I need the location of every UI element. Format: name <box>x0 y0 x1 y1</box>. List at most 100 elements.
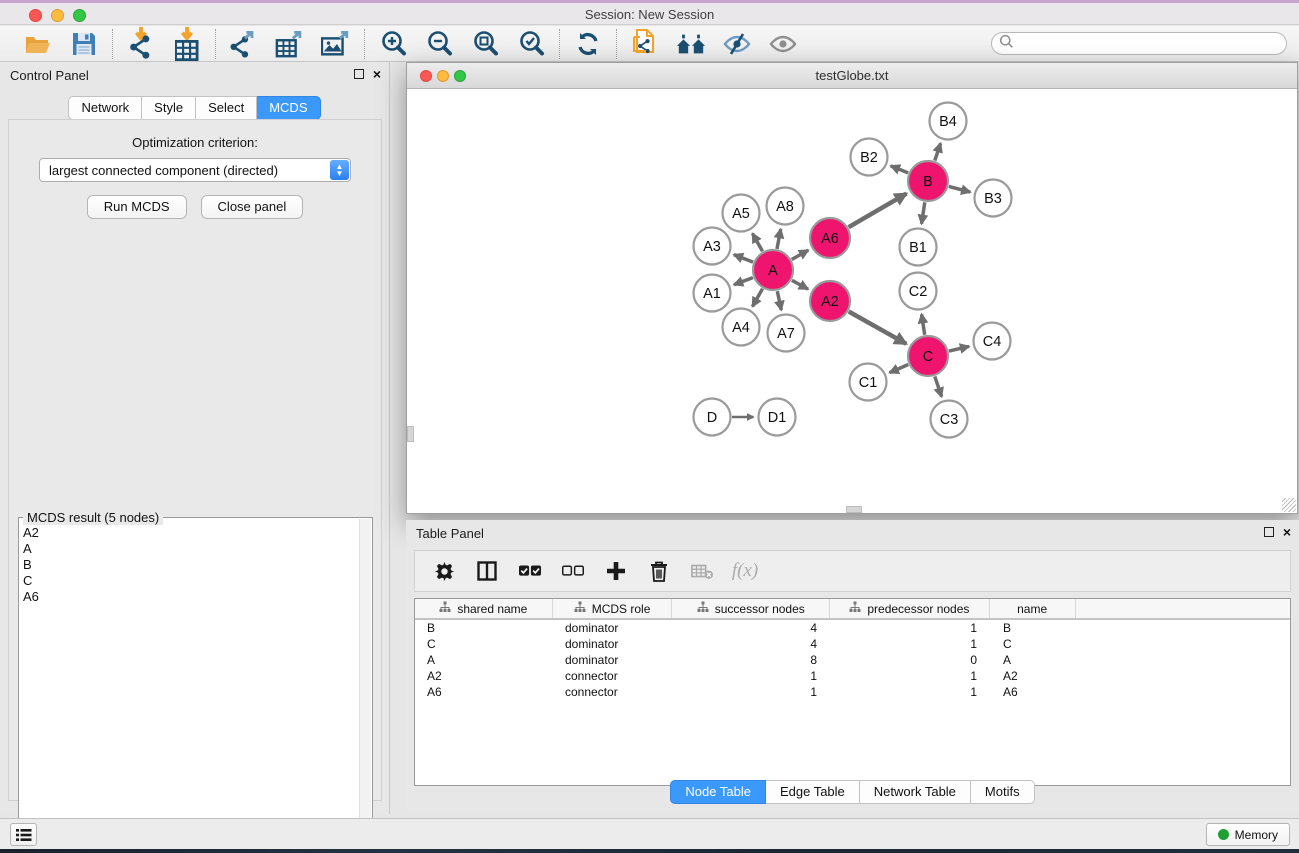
show-eye-icon[interactable] <box>768 29 798 59</box>
graph-node-A8[interactable]: A8 <box>767 188 804 225</box>
close-panel-button[interactable]: Close panel <box>201 195 304 219</box>
gear-icon[interactable] <box>433 560 455 582</box>
import-table-icon[interactable] <box>172 29 202 59</box>
edge-C-C1[interactable] <box>890 365 909 373</box>
tab-select[interactable]: Select <box>196 96 257 120</box>
hide-panel-icon[interactable] <box>722 29 752 59</box>
edge-C-C3[interactable] <box>935 376 942 396</box>
new-network-icon[interactable] <box>630 29 660 59</box>
result-item[interactable]: A <box>23 541 356 557</box>
edge-A-A7[interactable] <box>777 291 781 310</box>
search-field[interactable] <box>991 32 1287 55</box>
graph-node-C[interactable]: C <box>908 336 948 376</box>
graph-node-A5[interactable]: A5 <box>723 195 760 232</box>
table-close-panel-icon[interactable]: × <box>1283 527 1291 537</box>
export-table-icon[interactable] <box>275 29 305 59</box>
column-header-predecessor-nodes[interactable]: predecessor nodes <box>830 599 990 618</box>
graph-node-C3[interactable]: C3 <box>931 401 968 438</box>
graph-node-A2[interactable]: A2 <box>810 281 850 321</box>
edge-C-C4[interactable] <box>949 346 969 351</box>
result-item[interactable]: A2 <box>23 525 356 541</box>
graph-node-A7[interactable]: A7 <box>768 315 805 352</box>
close-panel-icon[interactable]: × <box>373 69 381 79</box>
add-column-icon[interactable] <box>605 560 627 582</box>
run-mcds-button[interactable]: Run MCDS <box>87 195 187 219</box>
float-panel-icon[interactable] <box>354 69 364 79</box>
graph-node-C1[interactable]: C1 <box>850 364 887 401</box>
tab-mcds[interactable]: MCDS <box>257 96 320 120</box>
graph-node-B4[interactable]: B4 <box>930 103 967 140</box>
table-row[interactable]: Bdominator41B <box>415 620 1290 636</box>
graph-node-D[interactable]: D <box>694 399 731 436</box>
edge-B-B4[interactable] <box>935 143 941 160</box>
column-header-shared-name[interactable]: shared name <box>415 599 553 618</box>
split-panel-icon[interactable] <box>476 560 498 582</box>
graph-node-C4[interactable]: C4 <box>974 323 1011 360</box>
edge-B-B2[interactable] <box>891 166 908 173</box>
table-row[interactable]: Adominator80A <box>415 652 1290 668</box>
graph-node-A4[interactable]: A4 <box>723 309 760 346</box>
trash-icon[interactable] <box>648 560 670 582</box>
network-window-titlebar[interactable]: testGlobe.txt <box>407 63 1297 89</box>
network-canvas[interactable]: B4 B2 B B3 A5A8A6 B1 A3 A A1 C2 A2 A4A7 C4 C C1 C3 D D1 <box>407 89 1297 513</box>
edge-A-A6[interactable] <box>792 250 809 259</box>
result-item[interactable]: A6 <box>23 589 356 605</box>
import-network-icon[interactable] <box>126 29 156 59</box>
deselect-all-icon[interactable] <box>562 560 584 582</box>
edge-A-A8[interactable] <box>777 229 781 249</box>
graph-node-C2[interactable]: C2 <box>900 273 937 310</box>
table-row[interactable]: Cdominator41C <box>415 636 1290 652</box>
home-icon[interactable] <box>676 29 706 59</box>
edge-A6-B[interactable] <box>849 194 907 228</box>
export-image-icon[interactable] <box>321 29 351 59</box>
graph-node-B2[interactable]: B2 <box>851 139 888 176</box>
edge-A-A4[interactable] <box>753 289 763 307</box>
edge-A2-C[interactable] <box>849 312 907 344</box>
criterion-dropdown[interactable]: largest connected component (directed) ▲… <box>39 158 351 182</box>
table-float-panel-icon[interactable] <box>1264 527 1274 537</box>
tab-network[interactable]: Network <box>68 96 142 120</box>
task-history-button[interactable] <box>10 823 37 846</box>
graph-node-A1[interactable]: A1 <box>694 275 731 312</box>
edge-A-A2[interactable] <box>792 280 808 289</box>
edge-A-A3[interactable] <box>734 255 753 263</box>
refresh-layout-icon[interactable] <box>573 29 603 59</box>
edge-A-A5[interactable] <box>753 234 763 252</box>
zoom-selected-icon[interactable] <box>516 29 546 59</box>
search-input[interactable] <box>1014 33 1286 54</box>
tab-edge-table[interactable]: Edge Table <box>766 780 860 804</box>
edge-C-C2[interactable] <box>922 314 925 335</box>
canvas-left-handle[interactable] <box>407 426 414 442</box>
result-scrollbar[interactable] <box>359 519 371 852</box>
graph-node-A3[interactable]: A3 <box>694 228 731 265</box>
table-row[interactable]: A6connector11A6 <box>415 684 1290 700</box>
tab-network-table[interactable]: Network Table <box>860 780 971 804</box>
graph-node-D1[interactable]: D1 <box>759 399 796 436</box>
result-item[interactable]: C <box>23 573 356 589</box>
edge-B-B1[interactable] <box>922 202 925 224</box>
graph-node-A6[interactable]: A6 <box>810 218 850 258</box>
memory-button[interactable]: Memory <box>1206 823 1290 846</box>
network-graph[interactable]: B4 B2 B B3 A5A8A6 B1 A3 A A1 C2 A2 A4A7 C4 C C1 C3 D D1 <box>407 89 1297 513</box>
table-row[interactable]: A2connector11A2 <box>415 668 1290 684</box>
save-session-icon[interactable] <box>69 29 99 59</box>
zoom-in-icon[interactable] <box>378 29 408 59</box>
window-resize-grip[interactable] <box>1282 498 1296 512</box>
graph-node-B3[interactable]: B3 <box>975 180 1012 217</box>
zoom-out-icon[interactable] <box>424 29 454 59</box>
tab-style[interactable]: Style <box>142 96 196 120</box>
graph-node-A[interactable]: A <box>753 250 793 290</box>
graph-node-B1[interactable]: B1 <box>900 229 937 266</box>
tab-motifs[interactable]: Motifs <box>971 780 1035 804</box>
column-header-MCDS-role[interactable]: MCDS role <box>553 599 673 618</box>
mcds-result-list[interactable]: A2ABCA6 <box>21 520 358 851</box>
graph-node-B[interactable]: B <box>908 161 948 201</box>
canvas-bottom-handle[interactable] <box>846 506 862 513</box>
column-header-name[interactable]: name <box>990 599 1076 618</box>
tab-node-table[interactable]: Node Table <box>670 780 766 804</box>
edge-B-B3[interactable] <box>949 186 971 192</box>
zoom-fit-icon[interactable] <box>470 29 500 59</box>
result-item[interactable]: B <box>23 557 356 573</box>
edge-A-A1[interactable] <box>734 278 753 285</box>
export-network-icon[interactable] <box>229 29 259 59</box>
